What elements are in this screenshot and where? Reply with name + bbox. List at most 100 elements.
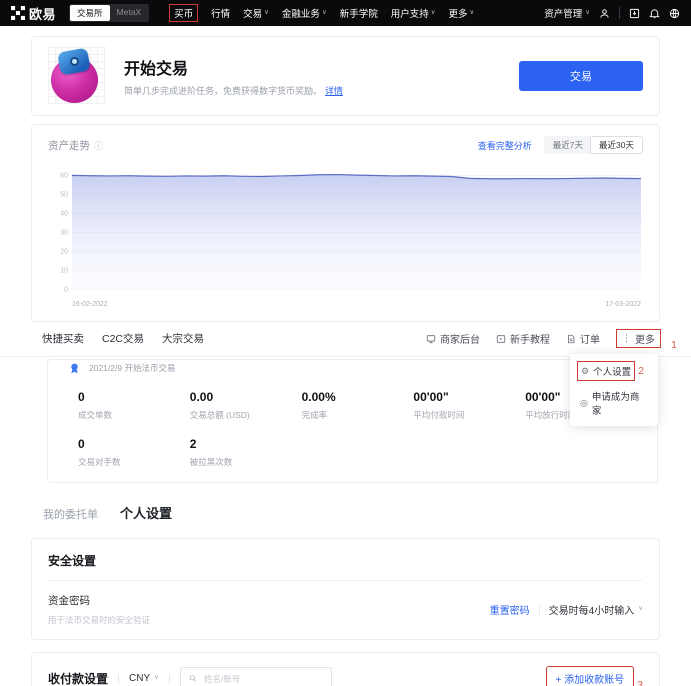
orders-button[interactable]: 订单 <box>566 331 600 346</box>
become-merchant-label: 申请成为商家 <box>592 389 648 417</box>
nav-item-markets[interactable]: 行情 <box>211 6 230 20</box>
menu-item-become-merchant[interactable]: ◎ 申请成为商家 <box>577 387 651 419</box>
y-axis-tick: 10 <box>50 267 68 274</box>
stat-value: 0 <box>78 437 190 451</box>
nav-divider <box>619 7 620 19</box>
nav-item-trade[interactable]: 交易 ∨ <box>243 6 269 20</box>
assets-menu-label: 资产管理 <box>544 6 582 20</box>
chevron-down-icon: ∨ <box>322 10 327 17</box>
profile-stats-card: 2021/2/9 开始法币交易 0 成交单数 0.00 交易总额 (USD) 0… <box>47 359 658 483</box>
chevron-down-icon: ∨ <box>264 10 269 17</box>
stat-value: 2 <box>190 437 302 451</box>
tab-quick-buy[interactable]: 快捷买卖 <box>42 331 84 346</box>
annotation-step-1: 1 <box>671 339 677 351</box>
add-account-wrap: + 添加收款账号 3 <box>546 666 643 686</box>
fiat-trade-badge-icon <box>68 362 81 375</box>
menu-item-personal-settings[interactable]: ⚙ 个人设置 <box>577 361 635 381</box>
tab-personal-settings[interactable]: 个人设置 <box>120 503 172 522</box>
assets-menu[interactable]: 资产管理 ∨ <box>544 6 590 20</box>
okx-fiat-trading-page: 欧易 交易所 MetaX 买币 行情 交易 ∨ 金融业务 ∨ 新手学院 用户支持… <box>0 0 691 686</box>
toggle-exchange[interactable]: 交易所 <box>70 5 110 21</box>
stat-value: 0.00 <box>190 390 302 404</box>
annotation-step-2: 2 <box>638 365 644 377</box>
tutorial-icon <box>496 334 506 344</box>
logo-text: 欧易 <box>29 4 56 23</box>
nav-item-support[interactable]: 用户支持 ∨ <box>391 6 436 20</box>
nav-item-buy-crypto[interactable]: 买币 <box>169 4 198 22</box>
range-30d-button[interactable]: 最近30天 <box>591 137 642 153</box>
chevron-down-icon: ∨ <box>638 606 643 613</box>
more-dots-icon: ⋮ <box>622 333 631 344</box>
nav-item-support-label: 用户支持 <box>391 6 429 20</box>
account-search-input[interactable] <box>202 673 323 685</box>
x-axis-labels: 16-02-2022 17-03-2022 <box>72 301 641 308</box>
account-search-box <box>180 667 332 686</box>
info-icon[interactable]: ⓘ <box>94 139 103 152</box>
stat-label: 被拉黑次数 <box>190 456 302 468</box>
trade-tabbar: 快捷买卖 C2C交易 大宗交易 商家后台 新手教程 订单 ⋮ <box>0 322 691 357</box>
range-toggle: 最近7天 最近30天 <box>544 136 643 154</box>
trade-button[interactable]: 交易 <box>519 61 643 91</box>
notifications-bell-icon[interactable] <box>649 8 660 19</box>
stats-grid: 0 成交单数 0.00 交易总额 (USD) 0.00% 完成率 00'00" … <box>78 390 637 468</box>
more-actions-label: 更多 <box>635 331 655 346</box>
profile-icon[interactable] <box>599 8 610 19</box>
add-payment-account-button[interactable]: + 添加收款账号 <box>546 666 635 686</box>
password-frequency-select[interactable]: 交易时每4小时输入 ∨ <box>549 602 643 617</box>
download-app-icon[interactable] <box>629 8 640 19</box>
stat-counterparties: 0 交易对手数 <box>78 437 190 468</box>
hero-subtitle-text: 简单几步完成进阶任务，免费获得数字货币奖励。 <box>124 86 322 96</box>
security-settings-card: 安全设置 资金密码 用于法币交易时的安全验证 重置密码 交易时每4小时输入 ∨ <box>31 538 660 640</box>
payment-settings-title: 收付款设置 <box>48 670 108 686</box>
stat-value: 00'00" <box>413 390 525 404</box>
fund-password-desc: 用于法币交易时的安全验证 <box>48 614 150 626</box>
vertical-divider <box>118 674 119 684</box>
tab-my-orders[interactable]: 我的委托单 <box>43 506 98 522</box>
orders-icon <box>566 334 576 344</box>
merchant-console-button[interactable]: 商家后台 <box>426 331 480 346</box>
currency-value: CNY <box>129 673 150 684</box>
dropdown-row-personal-settings: ⚙ 个人设置 2 <box>577 361 651 381</box>
toggle-metax[interactable]: MetaX <box>110 5 149 21</box>
currency-select[interactable]: CNY ∨ <box>129 673 159 684</box>
language-globe-icon[interactable] <box>669 8 680 19</box>
gear-icon: ⚙ <box>581 367 589 376</box>
range-7d-button[interactable]: 最近7天 <box>545 137 591 153</box>
divider <box>48 580 643 581</box>
stat-label: 成交单数 <box>78 409 190 421</box>
chevron-down-icon: ∨ <box>585 10 590 17</box>
chevron-down-icon: ∨ <box>431 10 436 17</box>
merchant-badge-icon: ◎ <box>580 399 588 408</box>
vertical-divider <box>169 674 170 684</box>
more-actions-button[interactable]: ⋮ 更多 <box>616 329 661 348</box>
stat-label: 平均付款时间 <box>413 409 525 421</box>
product-toggle: 交易所 MetaX <box>69 4 149 22</box>
details-link[interactable]: 详情 <box>325 86 343 96</box>
stat-total-volume: 0.00 交易总额 (USD) <box>190 390 302 421</box>
okx-logo[interactable]: 欧易 <box>11 4 56 23</box>
fund-password-row: 资金密码 用于法币交易时的安全验证 重置密码 交易时每4小时输入 ∨ <box>48 593 643 626</box>
chevron-down-icon: ∨ <box>154 675 159 682</box>
hero-text: 开始交易 简单几步完成进阶任务，免费获得数字货币奖励。详情 <box>124 55 343 97</box>
beginner-tutorial-button[interactable]: 新手教程 <box>496 331 550 346</box>
personal-settings-label: 个人设置 <box>593 364 631 378</box>
chart-header: 资产走势 ⓘ 查看完整分析 最近7天 最近30天 <box>48 136 643 154</box>
security-settings-title: 安全设置 <box>48 552 643 569</box>
reset-password-link[interactable]: 重置密码 <box>490 602 530 617</box>
navbar-right: 资产管理 ∨ <box>544 6 680 20</box>
stat-value: 0 <box>78 390 190 404</box>
nav-item-finance[interactable]: 金融业务 ∨ <box>282 6 327 20</box>
full-analysis-link[interactable]: 查看完整分析 <box>478 139 532 152</box>
y-axis-tick: 20 <box>50 248 68 255</box>
area-chart-svg <box>72 166 641 290</box>
nav-item-more[interactable]: 更多 ∨ <box>449 6 475 20</box>
hero-title: 开始交易 <box>124 55 343 79</box>
nav-item-trade-label: 交易 <box>243 6 262 20</box>
tab-block-trade[interactable]: 大宗交易 <box>162 331 204 346</box>
nav-item-finance-label: 金融业务 <box>282 6 320 20</box>
more-dropdown-menu: ⚙ 个人设置 2 ◎ 申请成为商家 <box>570 354 658 426</box>
tab-c2c-trade[interactable]: C2C交易 <box>102 331 144 346</box>
nav-item-academy[interactable]: 新手学院 <box>340 6 378 20</box>
stat-label: 完成率 <box>302 409 414 421</box>
chart-title-text: 资产走势 <box>48 138 90 153</box>
